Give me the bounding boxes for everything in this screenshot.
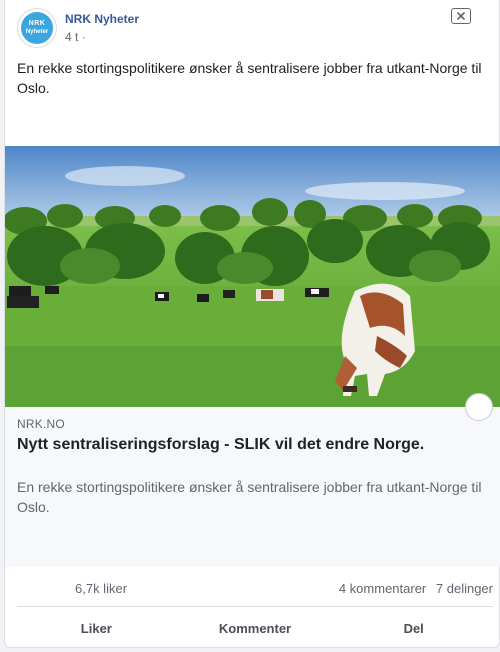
close-icon (456, 11, 466, 21)
link-preview[interactable]: NRK.NO Nytt sentraliseringsforslag - SLI… (5, 393, 500, 567)
post-card: NRK Nyheter NRK Nyheter 4 t · En rekke s… (4, 0, 500, 648)
link-title[interactable]: Nytt sentraliseringsforslag - SLIK vil d… (17, 435, 487, 455)
post-text: En rekke stortingspolitikere ønsker å se… (17, 60, 482, 96)
stats-right: 4 kommentarer 7 delinger (339, 581, 493, 596)
link-description: En rekke stortingspolitikere ønsker å se… (17, 479, 482, 515)
like-count[interactable]: 6,7k liker (75, 581, 127, 596)
time-separator: · (81, 30, 86, 44)
post-stats: 6,7k liker 4 kommentarer 7 delinger (17, 567, 493, 607)
nrk-logo: NRK Nyheter (21, 12, 53, 44)
avatar-logo-line1: NRK (28, 20, 46, 27)
link-image[interactable] (5, 146, 500, 407)
share-badge[interactable] (465, 393, 493, 421)
post-time[interactable]: 4 t (65, 30, 78, 44)
comment-count[interactable]: 4 kommentarer (339, 581, 426, 596)
page-name-link[interactable]: NRK Nyheter (65, 12, 139, 26)
like-button[interactable]: Liker (17, 608, 176, 648)
post-header: NRK Nyheter NRK Nyheter 4 t · (5, 0, 499, 52)
share-button[interactable]: Del (334, 608, 493, 648)
cows-grazing-photo (5, 146, 500, 407)
action-bar: Liker Kommenter Del (17, 608, 493, 648)
share-count[interactable]: 7 delinger (436, 581, 493, 596)
avatar[interactable]: NRK Nyheter (17, 8, 57, 48)
comment-button[interactable]: Kommenter (176, 608, 335, 648)
close-button[interactable] (451, 8, 471, 24)
avatar-logo-line2: Nyheter (25, 29, 49, 35)
post-meta: 4 t · (65, 30, 86, 44)
link-domain: NRK.NO (17, 417, 65, 431)
